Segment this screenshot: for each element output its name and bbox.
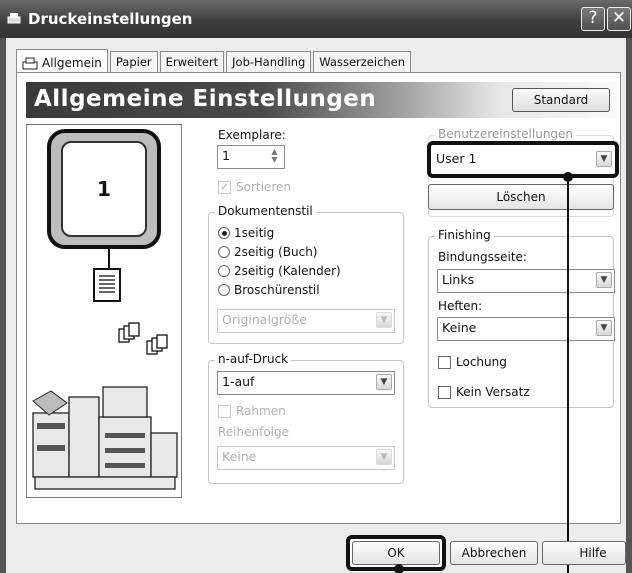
chevron-down-icon: ▼ — [596, 320, 612, 336]
delete-button[interactable]: Löschen — [428, 184, 614, 210]
radio-2seitig-buch[interactable]: 2seitig (Buch) — [218, 245, 317, 259]
tab-label: Papier — [115, 55, 152, 69]
select-value: User 1 — [436, 151, 477, 166]
cancel-button[interactable]: Abbrechen — [450, 541, 538, 565]
binding-label: Bindungsseite: — [438, 250, 527, 264]
group-title: Benutzereinstellungen — [435, 127, 577, 141]
help-button[interactable]: Hilfe — [542, 541, 626, 565]
punch-label: Lochung — [456, 355, 507, 369]
chevron-down-icon: ▼ — [376, 374, 392, 390]
spin-arrows-icon[interactable]: ▲ ▼ — [267, 148, 282, 166]
tab-label: Erweitert — [165, 55, 219, 69]
staple-label: Heften: — [438, 299, 483, 313]
n-up-select[interactable]: 1-auf ▼ — [217, 371, 395, 395]
select-value: Originalgröße — [222, 312, 307, 327]
page-number: 1 — [97, 177, 111, 201]
copies-spinner[interactable]: 1 ▲ ▼ — [217, 145, 285, 169]
tab-label: Job-Handling — [232, 55, 306, 69]
standard-button-label: Standard — [533, 93, 589, 107]
staple-select[interactable]: Keine ▼ — [437, 317, 615, 341]
chevron-down-icon: ▼ — [376, 312, 392, 328]
tab-allgemein[interactable]: Allgemein — [16, 49, 108, 72]
collate-checkbox[interactable]: ✓ Sortieren — [218, 180, 291, 194]
radio-label: 2seitig (Buch) — [234, 245, 318, 259]
ok-label: OK — [387, 546, 405, 560]
tab-strip: Allgemein Papier Erweitert Job-Handling … — [16, 49, 413, 72]
banner-title: Allgemeine Einstellungen — [34, 86, 377, 112]
chevron-down-icon: ▼ — [376, 449, 392, 465]
chevron-down-icon: ▼ — [596, 151, 612, 167]
radio-2seitig-kalender[interactable]: 2seitig (Kalender) — [218, 264, 341, 278]
tab-wasserzeichen[interactable]: Wasserzeichen — [313, 51, 412, 72]
user-settings-select[interactable]: User 1 ▼ — [432, 146, 614, 173]
checkbox-icon — [438, 385, 451, 399]
no-offset-label: Kein Versatz — [456, 385, 530, 399]
select-value: Keine — [442, 320, 477, 335]
collate-label: Sortieren — [236, 180, 291, 194]
ok-button[interactable]: OK — [352, 541, 440, 565]
no-offset-checkbox[interactable]: Kein Versatz — [438, 385, 530, 399]
printer-machine-illustration — [32, 386, 178, 490]
radio-label: Broschürenstil — [234, 283, 320, 297]
print-preview: 1 — [26, 124, 182, 498]
select-value: 1-auf — [222, 374, 255, 389]
select-value: Links — [442, 272, 475, 287]
callout-dot — [563, 172, 573, 182]
tab-erweitert[interactable]: Erweitert — [159, 51, 225, 72]
printer-tab-icon — [22, 57, 38, 69]
window-title: Druckeinstellungen — [28, 10, 193, 28]
radio-1seitig[interactable]: 1seitig — [218, 226, 274, 240]
callout-dot — [394, 564, 404, 573]
radio-broschuerenstil[interactable]: Broschürenstil — [218, 283, 320, 297]
standard-button[interactable]: Standard — [512, 88, 610, 112]
group-title: Dokumentenstil — [215, 204, 316, 218]
tab-label: Wasserzeichen — [319, 55, 406, 69]
tab-job-handling[interactable]: Job-Handling — [226, 51, 312, 72]
close-title-button[interactable]: ✕ — [607, 7, 631, 31]
tab-label: Allgemein — [42, 56, 102, 70]
radio-label: 1seitig — [234, 226, 275, 240]
page-preview-frame: 1 — [47, 129, 161, 249]
help-label: Hilfe — [579, 546, 607, 560]
collated-sets-icon — [118, 322, 168, 355]
title-bar: Druckeinstellungen — [0, 0, 632, 38]
order-select[interactable]: Keine ▼ — [217, 446, 395, 470]
border-checkbox[interactable]: Rahmen — [218, 404, 286, 418]
binding-select[interactable]: Links ▼ — [437, 269, 615, 293]
radio-label: 2seitig (Kalender) — [234, 264, 341, 278]
order-label: Reihenfolge — [218, 425, 290, 439]
radio-icon — [218, 246, 230, 258]
group-title: n-auf-Druck — [215, 352, 292, 366]
select-value: Keine — [222, 449, 257, 464]
copies-value: 1 — [222, 148, 230, 163]
group-title: Finishing — [435, 228, 494, 242]
chevron-down-icon: ▼ — [596, 272, 612, 288]
document-icon — [93, 268, 121, 302]
delete-button-label: Löschen — [496, 190, 546, 204]
radio-icon — [218, 265, 230, 277]
callout-line — [567, 176, 569, 573]
radio-icon — [218, 284, 230, 296]
cancel-label: Abbrechen — [461, 546, 527, 560]
page-preview: 1 — [61, 141, 147, 237]
close-icon: ✕ — [611, 8, 627, 28]
checkbox-icon: ✓ — [218, 180, 231, 194]
checkbox-icon — [218, 404, 231, 418]
radio-selected-icon — [218, 227, 230, 239]
punch-checkbox[interactable]: Lochung — [438, 355, 507, 369]
help-title-button[interactable]: ? — [581, 7, 605, 31]
border-label: Rahmen — [236, 404, 286, 418]
checkbox-icon — [438, 355, 451, 369]
question-icon: ? — [588, 8, 598, 28]
booklet-size-select[interactable]: Originalgröße ▼ — [217, 309, 395, 333]
tab-papier[interactable]: Papier — [109, 51, 158, 72]
printer-app-icon — [7, 13, 21, 24]
copies-label: Exemplare: — [218, 128, 286, 142]
